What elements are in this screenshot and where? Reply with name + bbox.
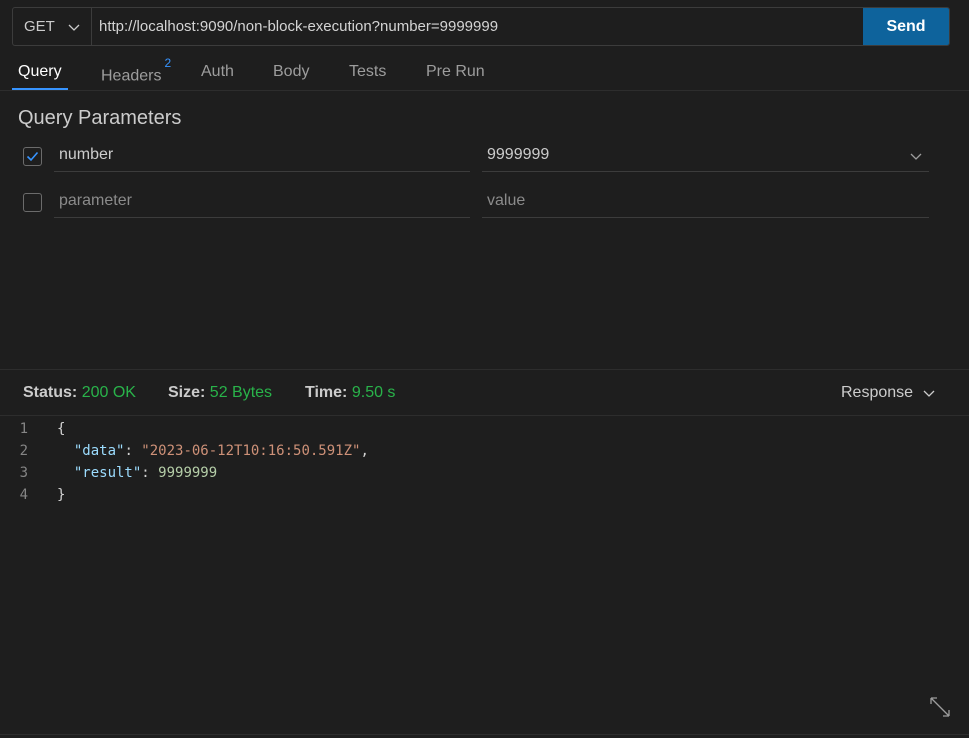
param-value-field[interactable]: value	[482, 185, 929, 218]
param-enabled-checkbox[interactable]	[23, 147, 42, 166]
headers-count-badge: 2	[164, 56, 172, 70]
response-view-select[interactable]: Response	[841, 384, 935, 402]
status-value: 200 OK	[81, 384, 136, 401]
rest-client-panel: GET Send Query Headers2 Auth Body Tests …	[0, 0, 969, 738]
send-button[interactable]: Send	[863, 8, 949, 45]
chevron-down-icon[interactable]	[909, 149, 923, 163]
chevron-down-icon	[923, 390, 935, 397]
divider	[0, 734, 969, 735]
response-status-bar: Status: 200 OK Size: 52 Bytes Time: 9.50…	[0, 369, 969, 416]
param-key-field[interactable]: parameter	[54, 185, 470, 218]
tab-label: Auth	[201, 63, 234, 80]
json-key: "result"	[73, 465, 142, 481]
param-key-field[interactable]: number	[54, 139, 470, 172]
line-number: 3	[19, 465, 28, 481]
tab-pre-run[interactable]: Pre Run	[426, 63, 485, 90]
time-indicator: Time: 9.50 s	[305, 384, 395, 402]
response-view-label: Response	[841, 384, 914, 401]
status-indicator: Status: 200 OK	[23, 384, 136, 402]
line-number: 4	[19, 487, 28, 503]
status-label: Status:	[23, 384, 78, 401]
expand-icon[interactable]	[928, 695, 952, 719]
open-brace: {	[57, 421, 66, 437]
code-line: 4 }	[0, 484, 969, 506]
param-row: parameter value	[0, 185, 969, 219]
url-input[interactable]	[92, 8, 863, 45]
chevron-down-icon	[68, 24, 80, 31]
param-key-placeholder: parameter	[59, 192, 132, 209]
tab-auth[interactable]: Auth	[201, 63, 234, 90]
size-value: 52 Bytes	[209, 384, 273, 401]
tab-query[interactable]: Query	[12, 63, 68, 90]
time-label: Time:	[305, 384, 348, 401]
tab-label: Headers	[101, 67, 162, 85]
param-row: number 9999999	[0, 139, 969, 173]
section-title: Query Parameters	[18, 107, 182, 129]
tab-label: Tests	[349, 63, 387, 80]
response-body-editor[interactable]: 1 { 2 "data": "2023-06-12T10:16:50.591Z"…	[0, 418, 969, 506]
tab-label: Query	[18, 63, 62, 80]
line-number: 1	[19, 421, 28, 437]
request-bar: GET Send	[12, 7, 950, 46]
request-tabs: Query Headers2 Auth Body Tests Pre Run	[0, 52, 969, 91]
method-label: GET	[24, 18, 55, 35]
size-label: Size:	[168, 384, 206, 401]
tab-headers[interactable]: Headers2	[101, 56, 171, 90]
json-key: "data"	[73, 443, 125, 459]
json-string-value: "2023-06-12T10:16:50.591Z"	[141, 443, 361, 459]
tab-tests[interactable]: Tests	[349, 63, 386, 90]
param-key-value: number	[59, 146, 114, 163]
param-value-value: 9999999	[487, 146, 550, 163]
param-value-field[interactable]: 9999999	[482, 139, 929, 172]
size-indicator: Size: 52 Bytes	[168, 384, 272, 402]
tab-body[interactable]: Body	[273, 63, 309, 90]
time-value: 9.50 s	[351, 384, 396, 401]
tab-label: Pre Run	[426, 63, 485, 80]
code-line: 1 {	[0, 418, 969, 440]
close-brace: }	[57, 487, 66, 503]
checkmark-icon	[26, 151, 39, 162]
json-number-value: 9999999	[158, 465, 218, 481]
line-number: 2	[19, 443, 28, 459]
code-line: 2 "data": "2023-06-12T10:16:50.591Z",	[0, 440, 969, 462]
code-line: 3 "result": 9999999	[0, 462, 969, 484]
param-enabled-checkbox[interactable]	[23, 193, 42, 212]
param-value-placeholder: value	[487, 192, 526, 209]
tab-label: Body	[273, 63, 310, 80]
method-select[interactable]: GET	[13, 8, 92, 45]
